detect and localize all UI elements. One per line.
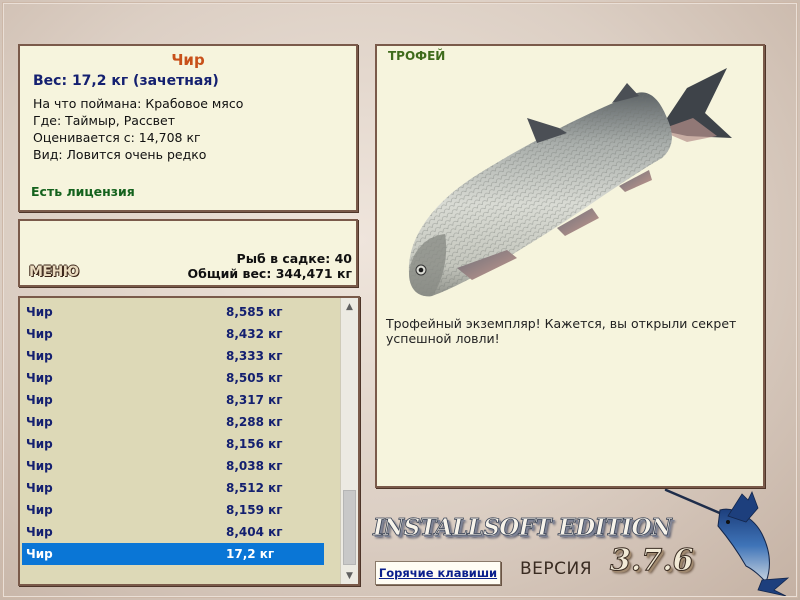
catch-fish-weight: 8,505 кг [226,371,283,385]
list-item[interactable]: Чир 8,159 кг [22,499,324,521]
edition-logo: INSTALLSOFT EDITION [373,514,673,542]
fish-weight: Вес: 17,2 кг (зачетная) [33,73,219,89]
catch-fish-name: Чир [26,525,53,539]
catch-fish-weight: 8,159 кг [226,503,283,517]
catch-fish-weight: 8,317 кг [226,393,283,407]
catch-fish-weight: 8,156 кг [226,437,283,451]
list-item[interactable]: Чир 8,156 кг [22,433,324,455]
hotkeys-button[interactable]: Горячие клавиши [375,561,501,585]
list-item[interactable]: Чир 8,432 кг [22,323,324,345]
catch-fish-name: Чир [26,349,53,363]
catch-fish-name: Чир [26,503,53,517]
trophy-threshold-info: Оценивается с: 14,708 кг [33,130,201,145]
keep-net-count: Рыб в садке: 40 [236,251,352,266]
menu-panel: МЕНЮ Рыб в садке: 40 Общий вес: 344,471 … [18,219,358,287]
chevron-up-icon[interactable]: ▲ [341,298,358,315]
catch-fish-name: Чир [26,437,53,451]
rarity-info: Вид: Ловится очень редко [33,147,207,162]
catch-fish-weight: 17,2 кг [226,547,275,561]
catch-fish-name: Чир [26,327,53,341]
list-item[interactable]: Чир 8,404 кг [22,521,324,543]
catch-fish-weight: 8,404 кг [226,525,283,539]
catch-fish-name: Чир [26,371,53,385]
scrollbar-thumb[interactable] [343,490,356,565]
list-item[interactable]: Чир 8,585 кг [22,301,324,323]
catch-fish-weight: 8,288 кг [226,415,283,429]
catch-fish-weight: 8,432 кг [226,327,283,341]
location-info: Где: Таймыр, Рассвет [33,113,176,128]
catch-fish-weight: 8,585 кг [226,305,283,319]
catch-fish-weight: 8,038 кг [226,459,283,473]
list-item[interactable]: Чир 8,512 кг [22,477,324,499]
list-item[interactable]: Чир 8,317 кг [22,389,324,411]
license-status: Есть лицензия [31,184,135,199]
version-label: ВЕРСИЯ [520,559,593,579]
list-item[interactable]: Чир 8,288 кг [22,411,324,433]
catch-fish-name: Чир [26,415,53,429]
catch-fish-name: Чир [26,305,53,319]
catch-list-panel: Чир 8,585 кг Чир 8,432 кг Чир 8,333 кг Чир 8,50… [18,296,360,586]
list-item-selected[interactable]: Чир 17,2 кг [22,543,324,565]
catch-list: Чир 8,585 кг Чир 8,432 кг Чир 8,333 кг Чир 8,50… [22,301,324,565]
trophy-description: Трофейный экземпляр! Кажется, вы открыли… [386,316,737,346]
catch-fish-weight: 8,512 кг [226,481,283,495]
trophy-panel: ТРОФЕЙ Трофейный экземпляр! Кажется, вы … [375,44,765,488]
fish-name: Чир [171,51,205,69]
fish-info-panel: Чир Вес: 17,2 кг (зачетная) На что пойма… [18,44,358,212]
list-item[interactable]: Чир 8,038 кг [22,455,324,477]
bait-info: На что поймана: Крабовое мясо [33,96,244,111]
fish-image [408,68,732,297]
catch-fish-weight: 8,333 кг [226,349,283,363]
marlin-logo [664,488,790,596]
catch-fish-name: Чир [26,459,53,473]
keep-net-total-weight: Общий вес: 344,471 кг [187,266,353,281]
chevron-down-icon[interactable]: ▼ [341,567,358,584]
menu-button[interactable]: МЕНЮ [29,264,79,280]
list-item[interactable]: Чир 8,505 кг [22,367,324,389]
catch-fish-name: Чир [26,547,53,561]
catch-fish-name: Чир [26,481,53,495]
catch-fish-name: Чир [26,393,53,407]
list-item[interactable]: Чир 8,333 кг [22,345,324,367]
catch-list-scrollbar[interactable]: ▲ ▼ [340,298,358,584]
